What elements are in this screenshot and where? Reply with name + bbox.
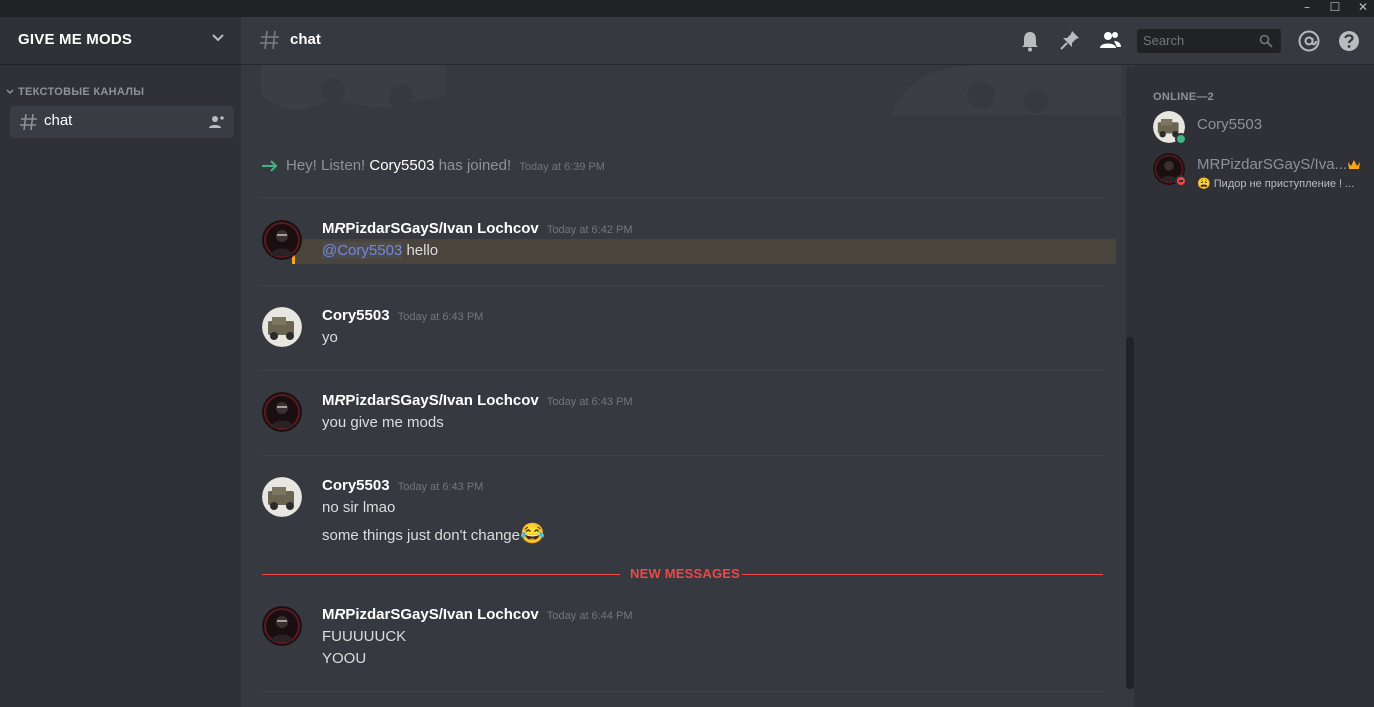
scrollbar-thumb[interactable] [1126,337,1134,689]
system-join-message: Hey! Listen! Cory5503 has joined! Today … [286,157,605,174]
window-titlebar: – ☐ ✕ [0,0,1374,17]
new-messages-line [262,574,620,575]
dnd-status-icon [1175,175,1187,187]
bell-icon[interactable] [1019,29,1041,53]
message-content: some things just don't change😂 [322,523,545,545]
timestamp: Today at 6:43 PM [397,311,484,323]
mention-icon[interactable] [1297,29,1321,53]
message-content: no sir lmao [322,499,396,516]
message-divider [262,285,1104,286]
members-icon[interactable] [1098,29,1122,51]
member-item[interactable]: Cory5503 [1153,111,1368,147]
hash-icon [260,30,279,50]
message-divider [262,197,1104,198]
timestamp: Today at 6:43 PM [397,481,484,493]
message-author[interactable]: MRPizdarSGayS/Ivan Lochcov Today at 6:43… [322,392,633,409]
channel-item-chat[interactable]: chat [10,106,234,138]
maximize-button[interactable]: ☐ [1324,0,1346,17]
chat-header: chat Search [241,17,1374,65]
hash-icon [20,113,37,131]
message-content: FUUUUUCK [322,628,407,645]
new-messages-label: NEW MESSAGES [630,566,741,581]
category-label: ТЕКСТОВЫЕ КАНАЛЫ [18,86,145,98]
message-author[interactable]: Cory5503 Today at 6:43 PM [322,307,483,324]
system-prefix: Hey! Listen! [286,157,370,174]
avatar[interactable] [262,307,302,347]
server-name: GIVE ME MODS [18,31,133,48]
joy-emoji[interactable]: 😂 [520,523,545,545]
new-messages-line [742,574,1103,575]
server-header[interactable]: GIVE ME MODS [0,17,241,65]
user-mention[interactable]: @Cory5503 [322,242,403,259]
avatar[interactable] [262,606,302,646]
system-username[interactable]: Cory5503 [369,157,434,174]
invite-icon[interactable] [208,114,226,130]
system-suffix: has joined! [434,157,512,174]
member-name: Cory5503 [1197,116,1263,133]
message-content: yo [322,329,338,346]
close-button[interactable]: ✕ [1352,0,1374,17]
help-icon[interactable] [1337,29,1361,53]
search-input[interactable]: Search [1137,29,1281,53]
timestamp: Today at 6:42 PM [546,224,633,236]
channel-sidebar: GIVE ME MODS ТЕКСТОВЫЕ КАНАЛЫ chat [0,17,241,707]
join-arrow-icon [262,160,278,172]
member-name: MRPizdarSGayS/Iva... [1197,156,1348,173]
search-icon [1259,34,1273,48]
message-author[interactable]: Cory5503 Today at 6:43 PM [322,477,483,494]
avatar[interactable] [262,392,302,432]
message-content: you give me mods [322,414,444,431]
search-placeholder: Search [1143,33,1185,48]
weary-emoji: 😩 [1197,178,1211,190]
message-author[interactable]: MRPizdarSGayS/Ivan Lochcov Today at 6:44… [322,606,633,623]
message-list[interactable]: Hey! Listen! Cory5503 has joined! Today … [241,65,1134,707]
member-list: ONLINE—2 Cory5503 MRPizdarSGayS/Iva... 😩 [1134,65,1374,707]
member-item[interactable]: MRPizdarSGayS/Iva... 😩 Пидор не приступл… [1153,153,1368,190]
online-status-icon [1175,133,1187,145]
timestamp: Today at 6:43 PM [546,396,633,408]
channel-title: chat [290,31,321,48]
avatar[interactable] [262,477,302,517]
timestamp: Today at 6:39 PM [519,161,605,173]
minimize-button[interactable]: – [1296,0,1318,17]
timestamp: Today at 6:44 PM [546,610,633,622]
welcome-decoration [261,65,1121,115]
message-divider [262,691,1104,692]
message-content: @Cory5503 hello [322,242,439,259]
message-divider [262,370,1104,371]
message-content: YOOU [322,650,367,667]
chevron-down-icon [6,89,14,95]
chevron-down-icon [212,34,224,42]
avatar[interactable] [262,220,302,260]
channel-label: chat [44,112,73,129]
crown-icon [1348,160,1360,169]
message-author[interactable]: MRPizdarSGayS/Ivan Lochcov Today at 6:42… [322,220,633,237]
member-activity: 😩 Пидор не приступление ! ... [1197,178,1355,190]
pin-icon[interactable] [1059,29,1081,51]
online-header: ONLINE—2 [1153,91,1215,103]
message-divider [262,455,1104,456]
